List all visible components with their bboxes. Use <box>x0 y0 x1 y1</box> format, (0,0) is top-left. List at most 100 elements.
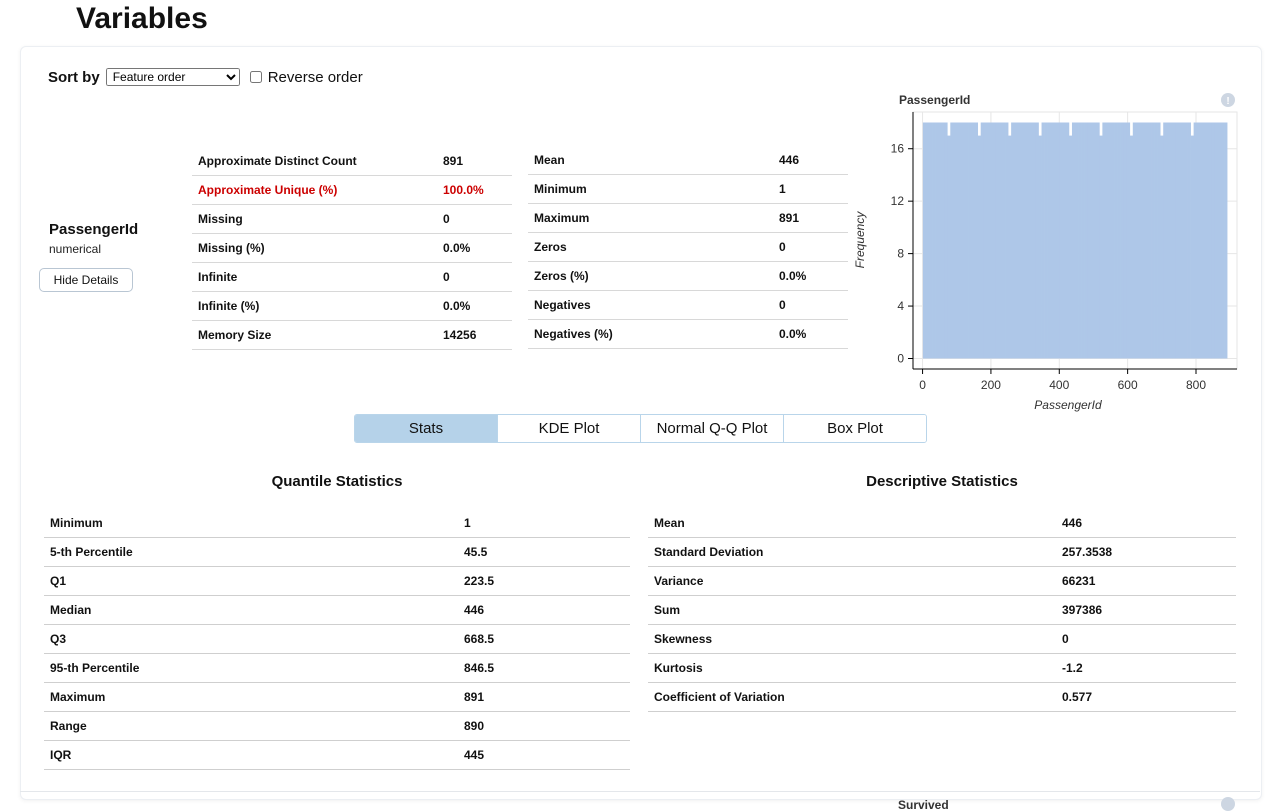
x-tick-label: 0 <box>919 378 926 392</box>
histogram-bar <box>1096 122 1100 359</box>
histogram-bar <box>1129 135 1134 359</box>
histogram-bar <box>989 122 994 359</box>
histogram-bar <box>925 122 930 359</box>
histogram-bar <box>1157 122 1161 359</box>
histogram-bar <box>1044 122 1048 359</box>
y-tick-label: 8 <box>897 247 904 261</box>
quantile-statistics-table: Minimum 1 5-th Percentile 45.5 Q1 223.5 Median… <box>44 509 630 770</box>
basic-stats-table-left: Approximate Distinct Count 891 Approximate… <box>192 147 512 350</box>
stat-label: Range <box>44 711 458 741</box>
histogram-bar <box>950 122 954 359</box>
histogram-bar <box>1038 135 1042 359</box>
stat-label: Variance <box>648 566 1056 596</box>
histogram-bar <box>1050 122 1055 359</box>
stat-label: Missing (%) <box>192 233 437 263</box>
histogram-bar <box>1065 122 1070 359</box>
detail-tabs: Stats KDE Plot Normal Q-Q Plot Box Plot <box>354 414 927 443</box>
tab-stats[interactable]: Stats <box>355 415 498 442</box>
sort-select[interactable]: Feature order <box>105 68 240 86</box>
histogram-bar <box>977 135 982 359</box>
histogram-bar <box>1214 122 1219 359</box>
stat-label: Minimum <box>44 509 458 538</box>
stat-row: Infinite 0 <box>192 262 512 292</box>
histogram-bar <box>1081 122 1085 359</box>
histogram-bar <box>1178 122 1182 359</box>
histogram-bar <box>1026 122 1030 359</box>
histogram-bar <box>1135 122 1140 359</box>
histogram-bar <box>944 122 948 359</box>
basic-stats-table-right: Mean 446 Minimum 1 Maximum 891 Zeros 0 Zeros (%)… <box>528 146 848 349</box>
histogram-bar <box>992 122 997 359</box>
stat-label: Mean <box>528 146 773 175</box>
stat-row: Missing 0 <box>192 204 512 234</box>
stat-value: 45.5 <box>458 537 630 567</box>
x-tick-label: 800 <box>1186 378 1206 392</box>
stat-value: 0 <box>773 232 848 262</box>
histogram-bar <box>928 122 933 359</box>
histogram-bar <box>1117 122 1121 359</box>
histogram-bar <box>953 122 957 359</box>
next-variable-name: Survived <box>898 798 949 812</box>
histogram-bar <box>956 122 960 359</box>
info-icon[interactable] <box>1221 797 1235 811</box>
x-axis-label: PassengerId <box>1034 398 1102 412</box>
histogram-bar <box>935 122 939 359</box>
histogram-bar <box>1187 122 1191 359</box>
table-row: Coefficient of Variation 0.577 <box>648 682 1236 712</box>
stat-value: 891 <box>458 682 630 712</box>
histogram-bar <box>1211 122 1216 359</box>
tab-kde-plot[interactable]: KDE Plot <box>498 415 641 442</box>
variable-info: PassengerId numerical <box>49 221 138 256</box>
stat-label: Sum <box>648 595 1056 625</box>
histogram-bar <box>1224 122 1228 359</box>
next-variable-divider <box>20 791 1260 792</box>
stat-label: Memory Size <box>192 320 437 350</box>
histogram-bar <box>1047 122 1052 359</box>
histogram-bar <box>932 122 936 359</box>
stat-label: Negatives <box>528 290 773 320</box>
stat-value: 446 <box>458 595 630 625</box>
stat-label: Infinite (%) <box>192 291 437 321</box>
histogram-bar <box>1020 122 1024 359</box>
y-axis-label: Frequency <box>853 211 867 269</box>
stat-value: 257.3538 <box>1056 537 1236 567</box>
histogram-bar <box>1099 135 1103 359</box>
histogram-bar <box>1017 122 1021 359</box>
table-row: Kurtosis -1.2 <box>648 653 1236 683</box>
histogram-bar <box>1221 122 1225 359</box>
stat-label: Infinite <box>192 262 437 292</box>
histogram-bar <box>1208 122 1213 359</box>
histogram-bar <box>986 122 991 359</box>
table-row: IQR 445 <box>44 740 630 770</box>
histogram-bar <box>1093 122 1097 359</box>
stat-value: 0.0% <box>437 233 512 263</box>
histogram-bar <box>965 122 969 359</box>
descriptive-statistics-title: Descriptive Statistics <box>866 473 1018 490</box>
quantile-statistics-title: Quantile Statistics <box>271 473 403 490</box>
stat-value: 0 <box>437 204 512 234</box>
histogram-bar <box>971 122 975 359</box>
tab-box-plot[interactable]: Box Plot <box>784 415 926 442</box>
stat-label: Mean <box>648 509 1056 538</box>
stat-label: Zeros <box>528 232 773 262</box>
stat-value: 0.0% <box>773 261 848 291</box>
stat-value: 891 <box>773 203 848 233</box>
reverse-order-checkbox[interactable] <box>249 71 262 83</box>
stat-row: Zeros (%) 0.0% <box>528 261 848 291</box>
stat-value: 445 <box>458 740 630 770</box>
tab-normal-q-q-plot[interactable]: Normal Q-Q Plot <box>641 415 784 442</box>
y-tick-label: 4 <box>897 299 904 313</box>
hide-details-button[interactable]: Hide Details <box>39 268 133 292</box>
x-tick-label: 600 <box>1118 378 1138 392</box>
table-row: Sum 397386 <box>648 595 1236 625</box>
histogram-bar <box>998 122 1003 359</box>
histogram-bar <box>1111 122 1115 359</box>
y-tick-label: 0 <box>897 352 904 366</box>
stat-value: 0 <box>773 290 848 320</box>
histogram-bar <box>1172 122 1176 359</box>
table-row: Q1 223.5 <box>44 566 630 596</box>
stat-row: Negatives 0 <box>528 290 848 320</box>
sort-bar: Sort by Feature order Reverse order <box>48 68 363 86</box>
stat-label: Q1 <box>44 566 458 596</box>
stat-value: 0.0% <box>773 319 848 349</box>
